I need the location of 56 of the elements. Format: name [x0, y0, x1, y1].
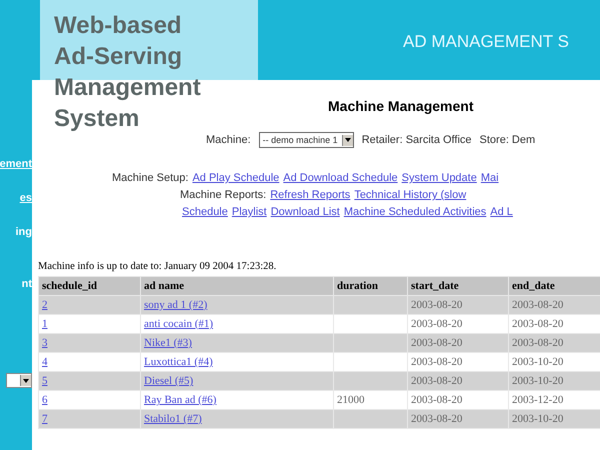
machine-label: Machine:	[206, 134, 251, 146]
table-cell: 2003-10-20	[508, 352, 600, 372]
nav-link[interactable]: Playlist	[232, 204, 267, 221]
nav-link[interactable]: Ad Download Schedule	[283, 170, 398, 187]
nav-link[interactable]: Ad Play Schedule	[192, 170, 280, 187]
schedule-id-link[interactable]: 6	[42, 394, 48, 406]
column-header: end_date	[508, 276, 600, 296]
schedule-id-link[interactable]: 3	[42, 337, 48, 349]
ad-name-link[interactable]: sony ad 1 (#2)	[144, 299, 208, 311]
ad-name-link[interactable]: Stabilo1 (#7)	[144, 413, 202, 425]
schedule-id-link[interactable]: 5	[42, 375, 48, 387]
machine-select[interactable]: -- demo machine 1	[258, 132, 354, 148]
schedule-id-link[interactable]: 7	[42, 413, 48, 425]
nav-link[interactable]: Machine Scheduled Activities	[344, 204, 486, 221]
column-header: start_date	[408, 276, 508, 296]
table-cell: 2003-08-20	[508, 314, 600, 334]
ad-name-link[interactable]: Luxottica1 (#4)	[144, 356, 213, 368]
info-text: Machine info is up to date to: January 09 2004 17:23:28.	[38, 261, 278, 272]
nav-link[interactable]: Schedule	[182, 204, 228, 221]
table-cell: 2003-08-20	[508, 334, 600, 352]
column-header: ad name	[140, 276, 334, 296]
ad-name-link[interactable]: Ray Ban ad (#6)	[144, 394, 216, 406]
nav-link[interactable]: Refresh Reports	[270, 187, 350, 204]
table-cell: 2003-12-20	[508, 390, 600, 410]
site-title: Web-based Ad-Serving Management System	[54, 11, 202, 134]
store-text: Store: Dem	[480, 134, 536, 146]
table-cell: 2003-08-20	[408, 410, 508, 428]
nav-link[interactable]: Download List	[270, 204, 340, 221]
column-header: schedule_id	[38, 276, 140, 296]
table-cell: 2003-08-20	[508, 296, 600, 314]
table-cell: 2003-08-20	[408, 390, 508, 410]
ad-name-link[interactable]: anti cocain (#1)	[144, 318, 214, 330]
banner-title: AD MANAGEMENT S	[402, 31, 569, 53]
page-heading: Machine Management	[327, 98, 474, 114]
table-cell: 21000	[334, 390, 408, 410]
table-cell: 2003-10-20	[508, 410, 600, 428]
schedule-id-link[interactable]: 2	[42, 299, 48, 311]
dropdown-field[interactable]	[6, 373, 32, 388]
table-cell: 2003-08-20	[408, 372, 508, 390]
nav-link[interactable]: Ad L	[490, 204, 513, 221]
ad-name-link[interactable]: Nike1 (#3)	[144, 337, 192, 349]
nav-link[interactable]: System Update	[402, 170, 477, 187]
table-cell: 2003-08-20	[408, 296, 508, 314]
retailer-text: Retailer: Sarcita Office	[362, 134, 472, 146]
section-label: Machine Reports:	[180, 188, 266, 203]
table-cell: 2003-08-20	[408, 314, 508, 334]
nav-link[interactable]: Technical History (slow	[354, 187, 466, 204]
column-header: duration	[334, 276, 408, 296]
ad-name-link[interactable]: Diesel (#5)	[144, 375, 194, 387]
section-label: Machine Setup:	[112, 171, 188, 186]
nav-link[interactable]: Mai	[480, 170, 499, 187]
table-cell: 2003-10-20	[508, 372, 600, 390]
table-cell: 2003-08-20	[408, 352, 508, 372]
schedule-id-link[interactable]: 4	[42, 356, 48, 368]
schedule-id-link[interactable]: 1	[42, 318, 48, 330]
table-cell: 2003-08-20	[408, 334, 508, 352]
